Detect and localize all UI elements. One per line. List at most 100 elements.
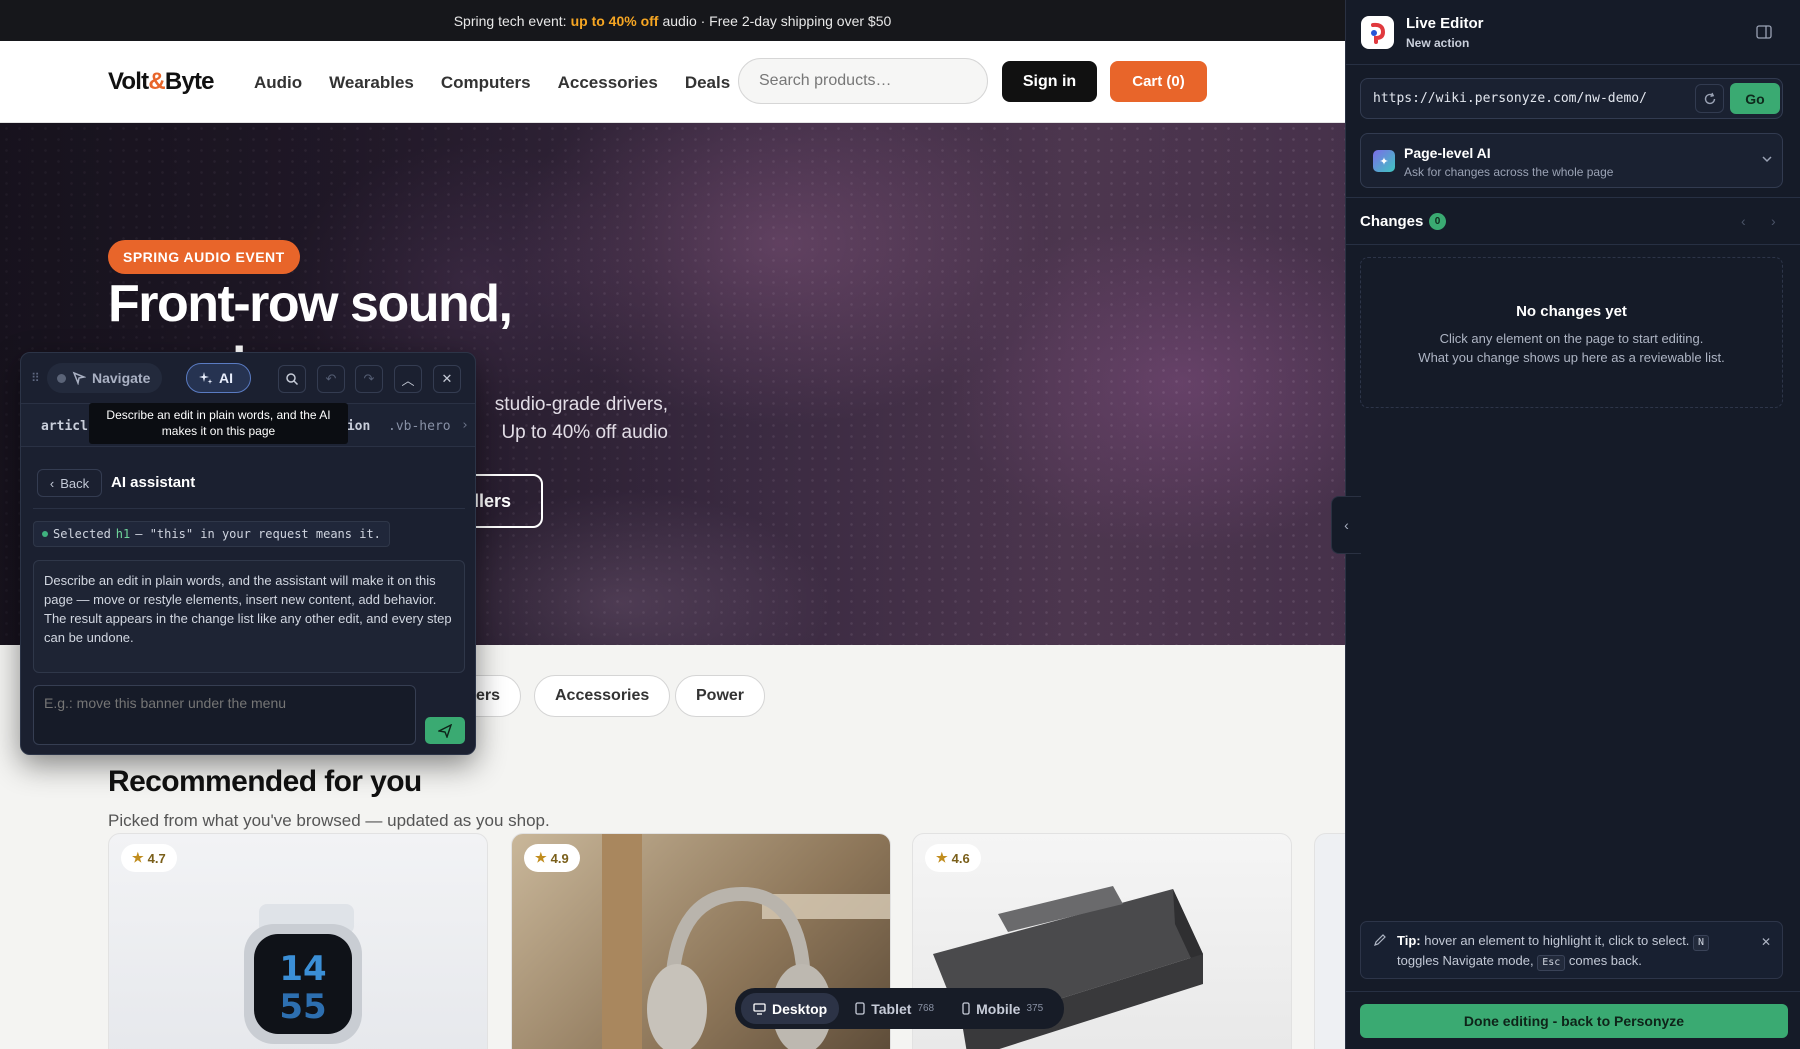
live-editor-panel: Live Editor New action Go ✦ Page-level A…	[1345, 0, 1800, 1049]
announcement-bar: Spring tech event: up to 40% off audio ·…	[0, 0, 1345, 41]
status-dot-icon	[42, 531, 48, 537]
navigate-label: Navigate	[92, 370, 151, 386]
editor-subtitle: New action	[1406, 36, 1470, 50]
url-bar: Go	[1360, 78, 1783, 119]
editor-title: Live Editor	[1406, 15, 1484, 32]
done-editing-button[interactable]: Done editing - back to Personyze	[1360, 1004, 1788, 1038]
device-mobile-label: Mobile	[976, 1000, 1021, 1017]
drag-handle-icon[interactable]: ⠿	[31, 371, 40, 385]
star-icon: ★	[535, 850, 547, 865]
search-input[interactable]: Search products…	[738, 58, 988, 104]
rating-value: 4.6	[951, 850, 970, 866]
nav-audio[interactable]: Audio	[254, 73, 302, 93]
device-tablet-button[interactable]: Tablet 768	[843, 993, 946, 1024]
go-button[interactable]: Go	[1730, 83, 1780, 114]
divider	[33, 508, 465, 509]
product-card[interactable]: ★ 4.7 14 55	[108, 833, 488, 1049]
page-level-ai-section[interactable]: ✦ Page-level AI Ask for changes across t…	[1360, 133, 1783, 188]
recommended-title: Recommended for you	[108, 765, 422, 798]
tablet-icon	[855, 1002, 865, 1015]
back-button[interactable]: ‹ Back	[37, 469, 102, 497]
chevron-right-icon[interactable]: ›	[1771, 213, 1776, 229]
changes-count-badge: 0	[1429, 213, 1446, 230]
nav-computers[interactable]: Computers	[441, 73, 531, 93]
site-logo[interactable]: Volt&Byte	[108, 68, 215, 96]
divider	[1346, 991, 1800, 992]
selected-tag: h1	[115, 527, 131, 541]
breadcrumb-item[interactable]: articl	[41, 419, 88, 434]
announcement-highlight: up to 40% off	[570, 12, 659, 29]
category-chip-accessories[interactable]: Accessories	[534, 675, 671, 717]
redo-icon[interactable]: ↷	[355, 365, 383, 393]
logo-ampersand: &	[148, 68, 165, 95]
announcement-suffix: audio · Free 2-day shipping over $50	[662, 12, 892, 29]
assistant-description: Describe an edit in plain words, and the…	[33, 560, 465, 673]
empty-state-title: No changes yet	[1516, 303, 1627, 320]
hero-title[interactable]: Front-row sound, anywhere	[108, 273, 808, 361]
divider	[1346, 244, 1800, 245]
search-icon[interactable]	[278, 365, 306, 393]
kbd-n: N	[1693, 935, 1710, 951]
device-switcher: Desktop Tablet 768 Mobile 375	[735, 988, 1064, 1029]
send-icon	[438, 723, 452, 738]
category-chip-power[interactable]: Power	[675, 675, 766, 717]
empty-state-text: Click any element on the page to start e…	[1361, 329, 1782, 367]
site-header: Volt&Byte Audio Wearables Computers Acce…	[0, 41, 1345, 123]
search-placeholder: Search products…	[759, 72, 892, 89]
recommended-subtitle: Picked from what you've browsed — update…	[108, 811, 550, 830]
chevron-left-icon: ‹	[1344, 517, 1349, 533]
device-desktop-label: Desktop	[772, 1000, 828, 1017]
reload-icon[interactable]	[1695, 84, 1724, 113]
nav-wearables[interactable]: Wearables	[329, 73, 414, 93]
breadcrumb-class[interactable]: .vb-hero	[388, 419, 451, 434]
sparkle-icon: ✦	[1373, 150, 1395, 172]
monitor-icon	[753, 1002, 766, 1015]
tip-box: Tip: hover an element to highlight it, c…	[1360, 921, 1783, 979]
device-tablet-width: 768	[917, 1003, 935, 1014]
close-icon[interactable]: ✕	[1761, 933, 1771, 952]
selected-element-badge: Selected h1 — "this" in your request mea…	[33, 521, 390, 547]
navigate-toggle[interactable]: Navigate	[47, 363, 162, 393]
rating-badge: ★ 4.6	[925, 844, 981, 872]
page-ai-title: Page-level AI	[1404, 145, 1491, 161]
panel-title: AI assistant	[111, 474, 196, 491]
logo-text-right: Byte	[164, 68, 215, 95]
floating-editor-panel: ⠿ Navigate AI ↶ ↷ ︿ ✕ articl tion .vb-he…	[20, 352, 476, 755]
sidebar-toggle-icon[interactable]	[1752, 20, 1776, 44]
hero-badge: SPRING AUDIO EVENT	[108, 240, 300, 274]
logo-text-left: Volt	[108, 68, 149, 95]
send-button[interactable]	[425, 717, 465, 744]
ai-prompt-input[interactable]	[33, 685, 416, 745]
rating-value: 4.7	[147, 850, 166, 866]
device-mobile-button[interactable]: Mobile 375	[950, 993, 1055, 1024]
undo-icon[interactable]: ↶	[317, 365, 345, 393]
url-input[interactable]	[1361, 79, 1691, 118]
device-tablet-label: Tablet	[871, 1000, 912, 1017]
chevron-right-icon[interactable]: ›	[461, 418, 469, 433]
rating-badge: ★ 4.9	[524, 844, 580, 872]
ai-toggle[interactable]: AI	[186, 363, 251, 393]
tip-text: hover an element to highlight it, click …	[1424, 933, 1690, 948]
changes-title: Changes	[1360, 213, 1424, 230]
rating-value: 4.9	[550, 850, 569, 866]
chevron-down-icon	[1762, 156, 1772, 163]
nav-deals[interactable]: Deals	[685, 73, 730, 93]
empty-state-line1: Click any element on the page to start e…	[1439, 331, 1704, 346]
svg-text:55: 55	[279, 987, 326, 1027]
device-desktop-button[interactable]: Desktop	[741, 993, 840, 1024]
collapse-panel-tab[interactable]: ‹	[1331, 496, 1361, 554]
main-nav: Audio Wearables Computers Accessories De…	[254, 73, 730, 93]
cart-button[interactable]: Cart (0)	[1110, 61, 1207, 102]
kbd-esc: Esc	[1537, 955, 1566, 971]
cursor-icon	[72, 371, 86, 385]
chevron-up-icon[interactable]: ︿	[394, 365, 422, 393]
sparkle-icon	[199, 372, 213, 384]
tip-text: toggles Navigate mode,	[1397, 953, 1534, 968]
star-icon: ★	[132, 850, 144, 865]
announcement-prefix: Spring tech event:	[453, 12, 567, 29]
sign-in-button[interactable]: Sign in	[1002, 61, 1097, 102]
close-icon[interactable]: ✕	[433, 365, 461, 393]
chevron-left-icon[interactable]: ‹	[1741, 213, 1746, 229]
nav-accessories[interactable]: Accessories	[558, 73, 658, 93]
selected-suffix: — "this" in your request means it.	[135, 527, 381, 541]
